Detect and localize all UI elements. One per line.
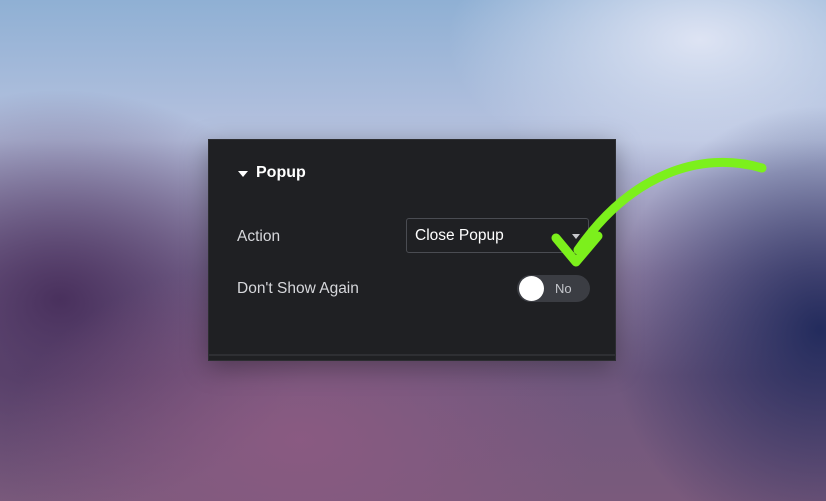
popup-settings-panel: Popup Action Close Popup Don't Show Agai… bbox=[208, 139, 616, 361]
dont-show-again-label: Don't Show Again bbox=[237, 280, 359, 297]
chevron-down-icon bbox=[572, 234, 580, 239]
section-title: Popup bbox=[256, 164, 306, 181]
toggle-knob[interactable] bbox=[519, 276, 544, 301]
section-header-popup[interactable]: Popup bbox=[238, 164, 306, 182]
panel-divider bbox=[209, 354, 615, 356]
action-select[interactable]: Close Popup bbox=[406, 218, 589, 253]
action-label: Action bbox=[237, 228, 281, 245]
toggle-state-text: No bbox=[555, 281, 572, 296]
dont-show-again-toggle[interactable]: No bbox=[517, 275, 590, 302]
action-select-value: Close Popup bbox=[415, 226, 504, 244]
caret-down-icon bbox=[238, 170, 248, 177]
